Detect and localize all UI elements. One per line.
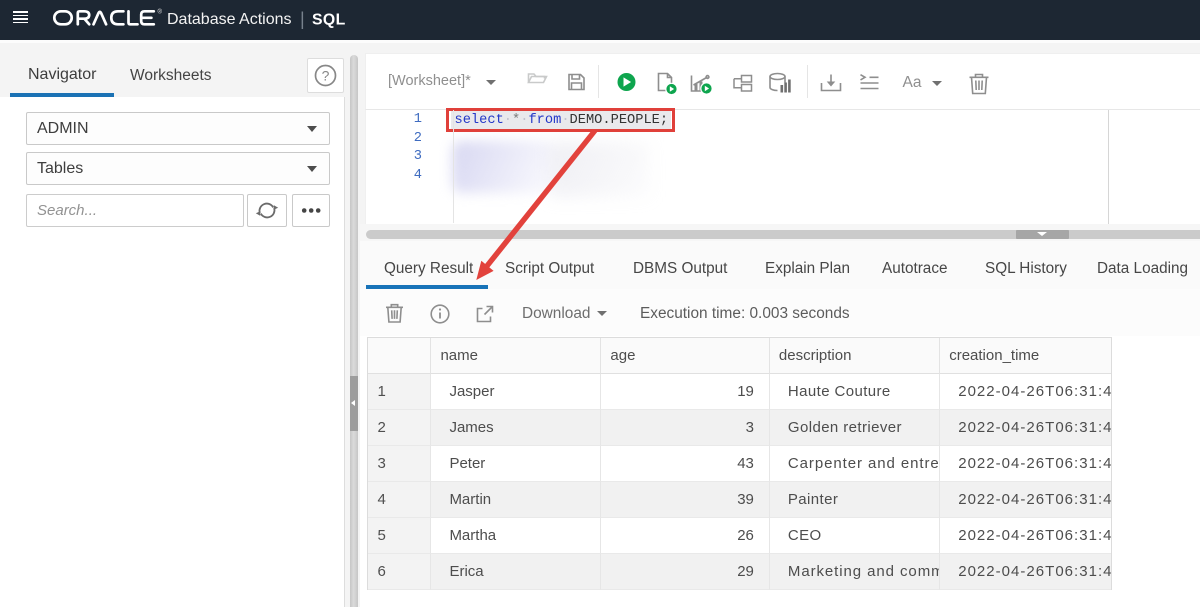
- svg-text:?: ?: [321, 67, 329, 83]
- svg-text:®: ®: [158, 9, 163, 16]
- svg-text:SQL: SQL: [312, 12, 346, 29]
- svg-text:Database Actions: Database Actions: [167, 11, 292, 28]
- svg-text:|: |: [300, 9, 305, 29]
